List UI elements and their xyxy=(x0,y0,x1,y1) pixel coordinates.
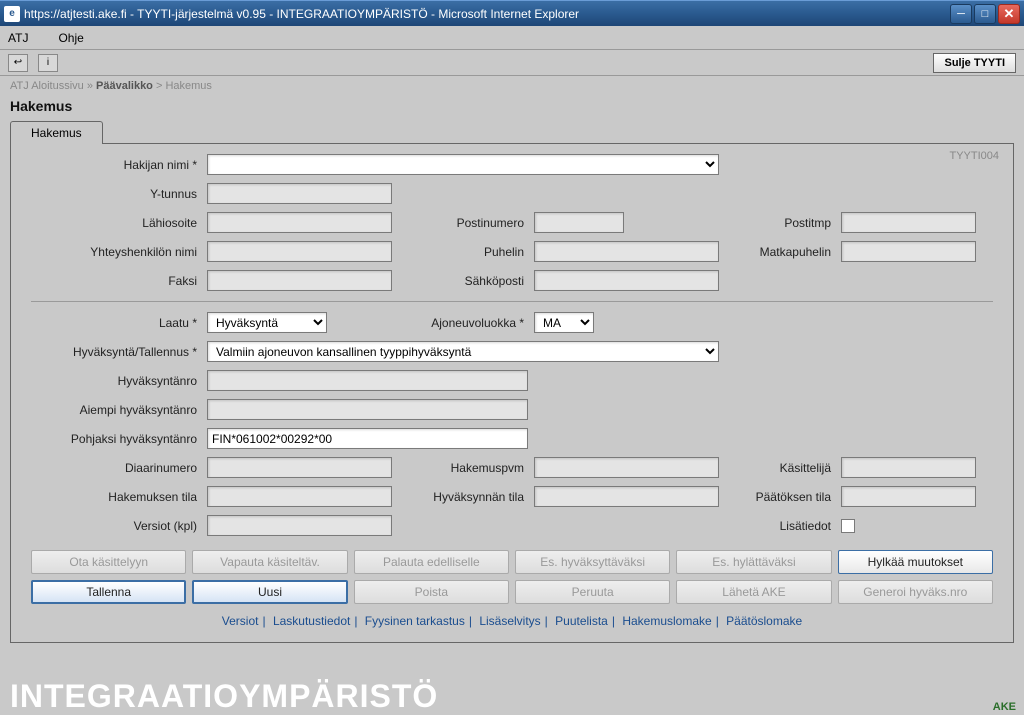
label-matkapuhelin: Matkapuhelin xyxy=(725,245,835,259)
hylkaa-muutokset-button[interactable]: Hylkää muutokset xyxy=(838,550,993,574)
tallenna-button[interactable]: Tallenna xyxy=(31,580,186,604)
link-puutelista[interactable]: Puutelista xyxy=(555,614,608,628)
hakemuspvm-input[interactable] xyxy=(534,457,719,478)
info-icon[interactable]: i xyxy=(38,54,58,72)
menu-atj[interactable]: ATJ xyxy=(8,31,28,45)
label-hyvaksynta-tallennus: Hyväksyntä/Tallennus * xyxy=(31,345,201,359)
postitmp-input[interactable] xyxy=(841,212,976,233)
ajoneuvoluokka-select[interactable]: MA xyxy=(534,312,594,333)
faksi-input[interactable] xyxy=(207,270,392,291)
label-hyvaksyntanro: Hyväksyntänro xyxy=(31,374,201,388)
label-diaarinumero: Diaarinumero xyxy=(31,461,201,475)
label-kasittelija: Käsittelijä xyxy=(725,461,835,475)
tab-hakemus[interactable]: Hakemus xyxy=(10,121,103,144)
breadcrumb-p1[interactable]: ATJ Aloitussivu xyxy=(10,80,84,92)
label-yhteyshenkilon-nimi: Yhteyshenkilön nimi xyxy=(31,245,201,259)
menubar: ATJ Ohje xyxy=(0,26,1024,50)
menu-ohje[interactable]: Ohje xyxy=(58,31,83,45)
versiot-kpl-input[interactable] xyxy=(207,515,392,536)
hakemuksen-tila-input[interactable] xyxy=(207,486,392,507)
hyvaksynnan-tila-input[interactable] xyxy=(534,486,719,507)
yhteyshenkilon-nimi-input[interactable] xyxy=(207,241,392,262)
breadcrumb: ATJ Aloitussivu » Päävalikko > Hakemus xyxy=(0,76,1024,96)
form-panel: TYYTI004 Hakijan nimi * Y-tunnus Lähioso… xyxy=(10,144,1014,643)
hyvaksyntanro-input[interactable] xyxy=(207,370,528,391)
footer-brand: INTEGRAATIOYMPÄRISTÖ xyxy=(10,678,438,715)
link-lisaselvitys[interactable]: Lisäselvitys xyxy=(479,614,540,628)
link-laskutustiedot[interactable]: Laskutustiedot xyxy=(273,614,350,628)
maximize-button[interactable]: □ xyxy=(974,4,996,24)
vapauta-button: Vapauta käsiteltäv. xyxy=(192,550,347,574)
page-title: Hakemus xyxy=(0,96,1024,120)
label-postitmp: Postitmp xyxy=(725,216,835,230)
label-hyvaksynnan-tila: Hyväksynnän tila xyxy=(398,490,528,504)
minimize-button[interactable]: ─ xyxy=(950,4,972,24)
tab-row: Hakemus xyxy=(10,120,1014,144)
postinumero-input[interactable] xyxy=(534,212,624,233)
puhelin-input[interactable] xyxy=(534,241,719,262)
label-y-tunnus: Y-tunnus xyxy=(31,187,201,201)
lahiosoite-input[interactable] xyxy=(207,212,392,233)
pohjaksi-hyvaksyntanro-input[interactable] xyxy=(207,428,528,449)
panel-code: TYYTI004 xyxy=(949,150,999,162)
close-button[interactable]: ✕ xyxy=(998,4,1020,24)
window-title: https://atjtesti.ake.fi - TYYTI-järjeste… xyxy=(24,7,950,21)
uusi-button[interactable]: Uusi xyxy=(192,580,347,604)
link-fyysinen[interactable]: Fyysinen tarkastus xyxy=(365,614,465,628)
label-paatoksen-tila: Päätöksen tila xyxy=(725,490,835,504)
diaarinumero-input[interactable] xyxy=(207,457,392,478)
y-tunnus-input[interactable] xyxy=(207,183,392,204)
ota-kasittelyyn-button: Ota käsittelyyn xyxy=(31,550,186,574)
link-paatoslomake[interactable]: Päätöslomake xyxy=(726,614,802,628)
es-hyvaksyttavaksi-button: Es. hyväksyttäväksi xyxy=(515,550,670,574)
breadcrumb-p2[interactable]: Päävalikko xyxy=(96,80,153,92)
label-laatu: Laatu * xyxy=(31,316,201,330)
sahkoposti-input[interactable] xyxy=(534,270,719,291)
laheta-ake-button: Lähetä AKE xyxy=(676,580,831,604)
toolbar: ↩ i Sulje TYYTI xyxy=(0,50,1024,76)
label-lisatiedot: Lisätiedot xyxy=(725,519,835,533)
aiempi-hyvaksyntanro-input[interactable] xyxy=(207,399,528,420)
kasittelija-input[interactable] xyxy=(841,457,976,478)
label-puhelin: Puhelin xyxy=(398,245,528,259)
peruuta-button: Peruuta xyxy=(515,580,670,604)
label-pohjaksi-hyvaksyntanro: Pohjaksi hyväksyntänro xyxy=(31,432,201,446)
matkapuhelin-input[interactable] xyxy=(841,241,976,262)
poista-button: Poista xyxy=(354,580,509,604)
label-hakemuspvm: Hakemuspvm xyxy=(398,461,528,475)
back-icon[interactable]: ↩ xyxy=(8,54,28,72)
hakijan-nimi-select[interactable] xyxy=(207,154,719,175)
ie-icon: e xyxy=(4,6,20,22)
breadcrumb-p3: Hakemus xyxy=(165,80,211,92)
link-hakemuslomake[interactable]: Hakemuslomake xyxy=(622,614,711,628)
label-aiempi-hyvaksyntanro: Aiempi hyväksyntänro xyxy=(31,403,201,417)
palauta-button: Palauta edelliselle xyxy=(354,550,509,574)
label-sahkoposti: Sähköposti xyxy=(398,274,528,288)
es-hylattavaksi-button: Es. hylättäväksi xyxy=(676,550,831,574)
label-versiot-kpl: Versiot (kpl) xyxy=(31,519,201,533)
generoi-button: Generoi hyväks.nro xyxy=(838,580,993,604)
link-versiot[interactable]: Versiot xyxy=(222,614,259,628)
label-faksi: Faksi xyxy=(31,274,201,288)
label-hakemuksen-tila: Hakemuksen tila xyxy=(31,490,201,504)
window-buttons: ─ □ ✕ xyxy=(950,4,1020,24)
label-hakijan-nimi: Hakijan nimi * xyxy=(31,158,201,172)
hyvaksynta-tallennus-select[interactable]: Valmiin ajoneuvon kansallinen tyyppihyvä… xyxy=(207,341,719,362)
label-ajoneuvoluokka: Ajoneuvoluokka * xyxy=(398,316,528,330)
close-tyyti-button[interactable]: Sulje TYYTI xyxy=(933,53,1016,73)
paatoksen-tila-input[interactable] xyxy=(841,486,976,507)
bottom-links: Versiot| Laskutustiedot| Fyysinen tarkas… xyxy=(31,614,993,628)
lisatiedot-checkbox[interactable] xyxy=(841,519,855,533)
footer-right-logo: AKE xyxy=(993,701,1016,713)
label-postinumero: Postinumero xyxy=(398,216,528,230)
window-titlebar: e https://atjtesti.ake.fi - TYYTI-järjes… xyxy=(0,0,1024,26)
laatu-select[interactable]: Hyväksyntä xyxy=(207,312,327,333)
label-lahiosoite: Lähiosoite xyxy=(31,216,201,230)
